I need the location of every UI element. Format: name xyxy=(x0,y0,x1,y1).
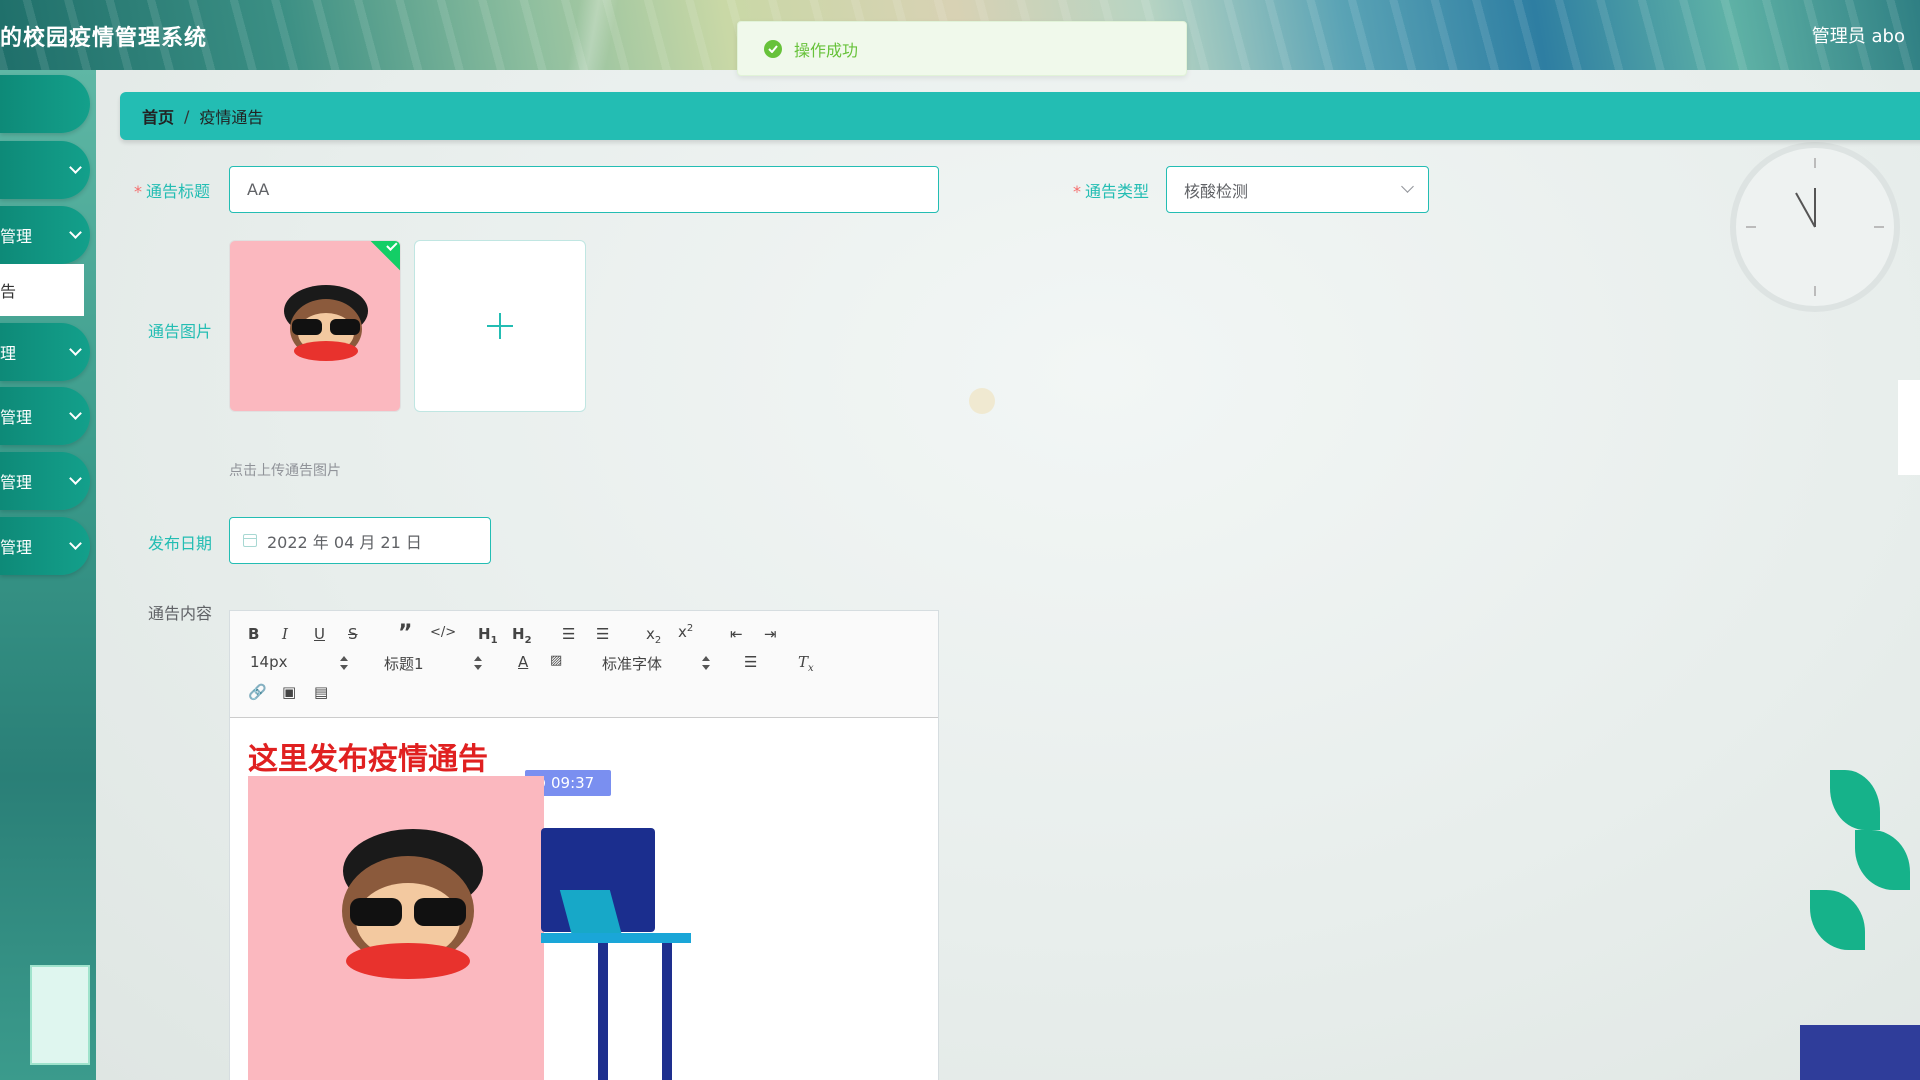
decorative-desk-leg xyxy=(662,943,672,1080)
success-toast: 操作成功 xyxy=(737,21,1187,76)
sidebar: 管理 告 理 管理 管理 管理 xyxy=(0,70,96,1080)
monkey-image xyxy=(284,285,368,361)
font-size-select[interactable]: 14px xyxy=(250,653,288,671)
sidebar-item-label: 管理 xyxy=(0,473,33,492)
date-picker[interactable]: 2022 年 04 月 21 日 xyxy=(229,517,491,564)
add-image-button[interactable] xyxy=(414,240,586,412)
bullet-list-button[interactable]: ☰ xyxy=(596,625,609,643)
sidebar-item-7[interactable]: 管理 xyxy=(0,517,90,575)
sidebar-item-6[interactable]: 管理 xyxy=(0,452,90,510)
chevron-down-icon xyxy=(69,537,82,550)
type-select-value: 核酸检测 xyxy=(1184,181,1249,201)
strikethrough-button[interactable]: S xyxy=(348,625,358,643)
toast-message: 操作成功 xyxy=(794,40,859,60)
chevron-down-icon xyxy=(1401,180,1414,193)
breadcrumb-current: 疫情通告 xyxy=(199,108,264,127)
font-color-button[interactable]: A xyxy=(518,653,528,671)
indent-button[interactable]: ⇥ xyxy=(764,625,777,643)
font-size-arrows-icon xyxy=(340,656,348,670)
sidebar-item-label: 管理 xyxy=(0,227,33,246)
sidebar-item-3[interactable]: 管理 xyxy=(0,206,90,264)
breadcrumb-home[interactable]: 首页 xyxy=(142,104,174,128)
breadcrumb: 首页 / 疫情通告 xyxy=(120,92,1920,140)
align-button[interactable]: ☰ xyxy=(744,653,757,671)
sidebar-item-4[interactable]: 理 xyxy=(0,323,90,381)
calendar-icon xyxy=(243,534,257,547)
image-icon[interactable]: ▣ xyxy=(282,683,296,701)
date-value: 2022 年 04 月 21 日 xyxy=(267,532,422,552)
chevron-down-icon xyxy=(69,472,82,485)
title-input[interactable]: AA xyxy=(229,166,939,213)
font-family-select[interactable]: 标准字体 xyxy=(602,653,662,674)
decorative-leaf xyxy=(1810,890,1865,950)
decorative-clock xyxy=(1730,142,1900,312)
heading2-button[interactable]: H2 xyxy=(512,625,532,646)
date-label-text: 发布日期 xyxy=(148,534,213,553)
decorative-desk-leg xyxy=(598,943,608,1080)
breadcrumb-separator: / xyxy=(184,106,190,126)
monkey-image xyxy=(342,829,483,979)
content-image[interactable] xyxy=(248,776,544,1080)
title-label-text: 通告标题 xyxy=(146,182,211,201)
editor-toolbar: B I U S ” </> H1 H2 ☰ ☰ x2 x2 ⇤ ⇥ 14px 标… xyxy=(230,611,938,718)
code-block-button[interactable]: </> xyxy=(430,625,456,640)
sidebar-item-5[interactable]: 管理 xyxy=(0,387,90,445)
image-label-text: 通告图片 xyxy=(148,322,213,341)
decorative-leaf xyxy=(1830,770,1880,830)
sidebar-item-1[interactable] xyxy=(0,75,90,133)
decorative-leaf xyxy=(1855,830,1910,890)
required-mark: * xyxy=(1073,182,1081,201)
decorative-desk xyxy=(541,933,691,943)
title-label: * 通告标题 xyxy=(134,178,210,202)
decorative-plant-pot xyxy=(1800,1025,1920,1080)
type-select[interactable]: 核酸检测 xyxy=(1166,166,1429,213)
background-color-button[interactable]: ▨ xyxy=(550,653,562,668)
font-family-arrows-icon xyxy=(702,656,710,670)
check-circle-icon xyxy=(764,39,782,58)
superscript-button[interactable]: x2 xyxy=(678,623,693,641)
sidebar-item-label: 管理 xyxy=(0,408,33,427)
sidebar-subitem-label: 告 xyxy=(0,282,17,301)
sidebar-item-label: 理 xyxy=(0,344,17,363)
type-label-text: 通告类型 xyxy=(1085,182,1150,201)
content-heading: 这里发布疫情通告 xyxy=(248,742,488,777)
outdent-button[interactable]: ⇤ xyxy=(730,625,743,643)
chevron-down-icon xyxy=(69,226,82,239)
content-label: 通告内容 xyxy=(148,600,212,624)
main-content: 首页 / 疫情通告 * 通告标题 AA * 通告类型 核酸检测 通告图片 点击上… xyxy=(96,70,1920,1080)
chevron-down-icon xyxy=(69,407,82,420)
time-badge-text: 09:37 xyxy=(551,774,595,792)
link-icon[interactable]: 🔗 xyxy=(248,683,267,701)
mouse-cursor xyxy=(969,388,995,414)
image-label: 通告图片 xyxy=(148,318,212,342)
bold-button[interactable]: B xyxy=(248,625,259,643)
chevron-down-icon xyxy=(69,161,82,174)
chevron-down-icon xyxy=(69,343,82,356)
sidebar-item-2[interactable] xyxy=(0,141,90,199)
heading-arrows-icon xyxy=(474,656,482,670)
plus-icon xyxy=(487,313,513,339)
subscript-button[interactable]: x2 xyxy=(646,625,661,646)
sidebar-subitem-active[interactable]: 告 xyxy=(0,264,84,316)
app-title: 的校园疫情管理系统 xyxy=(0,26,208,51)
right-edge-handle[interactable] xyxy=(1898,380,1920,475)
blockquote-button[interactable]: ” xyxy=(398,621,412,646)
ordered-list-button[interactable]: ☰ xyxy=(562,625,575,643)
heading-select[interactable]: 标题1 xyxy=(384,653,424,674)
user-menu[interactable]: 管理员 abo xyxy=(1812,22,1905,48)
type-label: * 通告类型 xyxy=(1073,178,1149,202)
required-mark: * xyxy=(134,182,142,201)
heading1-button[interactable]: H1 xyxy=(478,625,498,646)
italic-button[interactable]: I xyxy=(282,625,288,643)
decorative-board xyxy=(30,965,90,1065)
uploaded-image-thumbnail[interactable] xyxy=(229,240,401,412)
title-input-value: AA xyxy=(247,180,270,199)
content-label-text: 通告内容 xyxy=(148,604,213,623)
date-label: 发布日期 xyxy=(148,530,212,554)
video-icon[interactable]: ▤ xyxy=(314,683,328,701)
upload-tip: 点击上传通告图片 xyxy=(229,463,341,479)
clear-format-button[interactable]: Tx xyxy=(798,653,814,674)
sidebar-item-label: 管理 xyxy=(0,538,33,557)
underline-button[interactable]: U xyxy=(314,625,325,643)
